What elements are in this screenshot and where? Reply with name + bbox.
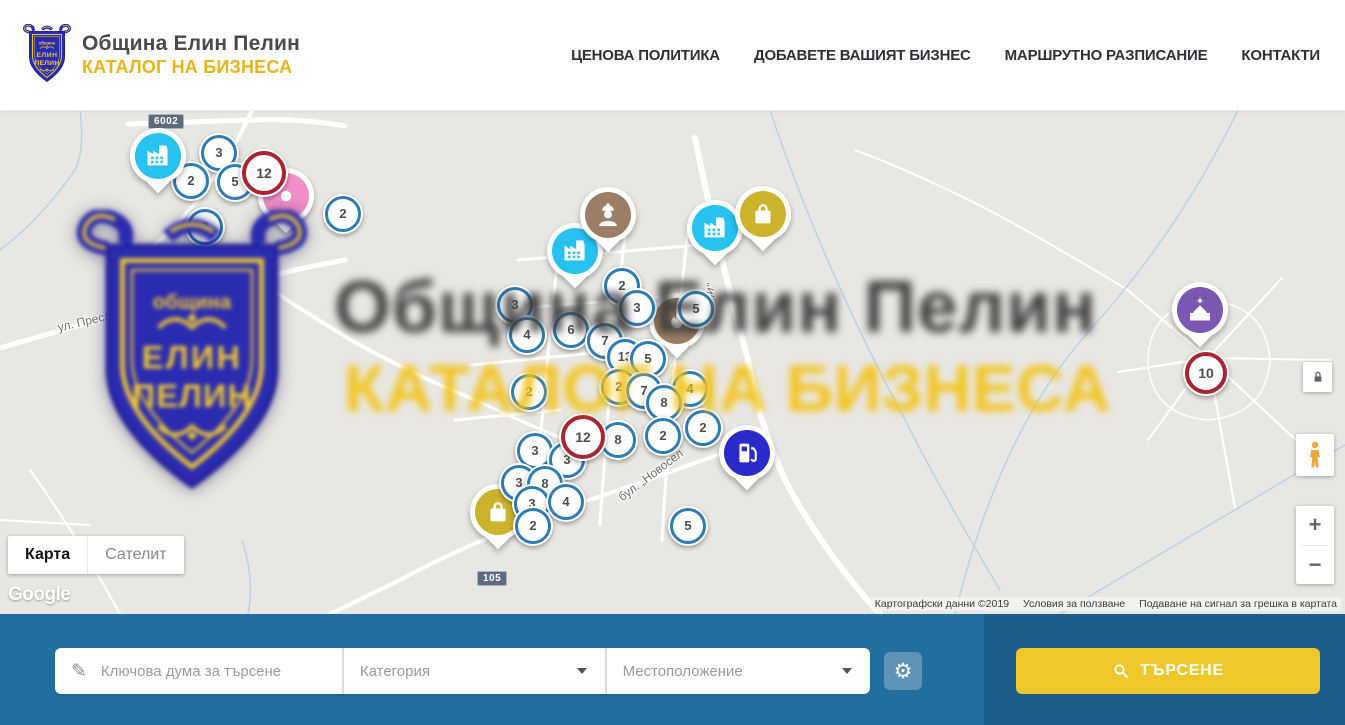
chevron-down-icon — [842, 668, 852, 674]
map-type-satellite-button[interactable]: Сателит — [87, 536, 183, 574]
fuel-pin[interactable] — [719, 425, 775, 481]
category-dropdown-label: Категория — [360, 663, 577, 680]
cluster-count: 6 — [553, 312, 589, 348]
search-button[interactable]: ТЪРСЕНЕ — [1016, 648, 1320, 694]
cluster-marker[interactable]: 2 — [683, 408, 723, 448]
site-subtitle: КАТАЛОГ НА БИЗНЕСА — [82, 57, 300, 78]
cluster-count: 3 — [619, 290, 655, 326]
cluster-marker[interactable]: 10 — [1183, 350, 1229, 396]
map-attribution: Картографски данни ©2019 Условия за ползв… — [871, 597, 1341, 611]
header: Община Елин Пелин КАТАЛОГ НА БИЗНЕСА ЦЕН… — [0, 0, 1345, 111]
nav-item-4[interactable]: КОНТАКТИ — [1241, 47, 1320, 64]
street-view-pegman-button[interactable] — [1296, 434, 1334, 476]
google-logo[interactable]: Google — [8, 584, 70, 606]
search-input-group: ✎ Категория Местоположение — [55, 648, 870, 694]
chevron-down-icon — [577, 668, 587, 674]
worker-pin[interactable] — [580, 187, 636, 243]
cluster-count: 2 — [645, 418, 681, 454]
magnifier-icon — [1112, 662, 1130, 680]
zoom-control: + − — [1296, 506, 1334, 584]
cluster-marker[interactable]: 12 — [240, 149, 288, 197]
main-nav: ЦЕНОВА ПОЛИТИКА ДОБАВЕТЕ ВАШИЯТ БИЗНЕС МАР… — [571, 0, 1320, 110]
map-type-control: Карта Сателит — [8, 536, 184, 574]
cluster-count: 12 — [242, 151, 286, 195]
cluster-count: 2 — [685, 410, 721, 446]
map-canvas[interactable]: 3252232356471352274882233383425121210 — [0, 110, 1345, 614]
location-dropdown[interactable]: Местоположение — [605, 648, 870, 694]
cluster-marker[interactable]: 4 — [546, 482, 586, 522]
keyword-section: ✎ — [55, 648, 342, 694]
nav-item-3[interactable]: МАРШРУТНО РАЗПИСАНИЕ — [1005, 47, 1208, 64]
church-icon — [1186, 296, 1214, 324]
factory-icon — [701, 214, 729, 242]
attribution-link[interactable]: Подаване на сигнал за грешка в картата — [1139, 598, 1337, 610]
zoom-out-button[interactable]: − — [1296, 545, 1334, 584]
keyword-search-input[interactable] — [99, 662, 342, 681]
cluster-count: 12 — [561, 415, 605, 459]
map-type-map-button[interactable]: Карта — [8, 536, 87, 574]
factory-icon — [144, 142, 172, 170]
cluster-marker[interactable]: 4 — [507, 315, 547, 355]
lock-icon — [1310, 369, 1326, 385]
cluster-count: 2 — [325, 196, 361, 232]
nav-item-1[interactable]: ЦЕНОВА ПОЛИТИКА — [571, 47, 720, 64]
map-lock-button[interactable] — [1303, 362, 1332, 392]
road-number-badge: 6002 — [148, 114, 184, 129]
map-copyright: Картографски данни ©2019 — [875, 598, 1009, 610]
category-dropdown[interactable]: Категория — [342, 648, 605, 694]
road-number-badge: 105 — [477, 571, 507, 586]
location-dropdown-label: Местоположение — [623, 663, 842, 680]
factory-pin[interactable] — [130, 128, 186, 184]
cluster-count: 5 — [678, 291, 714, 327]
worker-icon — [594, 201, 622, 229]
pegman-icon — [1304, 440, 1326, 470]
site-title: Община Елин Пелин — [82, 32, 300, 56]
search-button-label: ТЪРСЕНЕ — [1140, 662, 1224, 680]
pencil-icon: ✎ — [71, 660, 87, 683]
municipality-crest-icon — [22, 24, 72, 85]
fuel-icon — [733, 439, 761, 467]
cluster-count: 5 — [670, 508, 706, 544]
cluster-marker[interactable]: 2 — [513, 506, 553, 546]
cluster-marker[interactable]: 12 — [559, 413, 607, 461]
gear-icon: ⚙ — [894, 659, 913, 684]
cluster-marker[interactable]: 2 — [323, 194, 363, 234]
cluster-count: 10 — [1185, 352, 1228, 395]
search-bar: ✎ Категория Местоположение ⚙ ТЪРСЕНЕ — [0, 614, 1345, 725]
cluster-count: 2 — [511, 374, 547, 410]
bag-icon — [484, 498, 512, 526]
advanced-settings-button[interactable]: ⚙ — [884, 652, 922, 690]
nav-item-2[interactable]: ДОБАВЕТЕ ВАШИЯТ БИЗНЕС — [754, 47, 971, 64]
cluster-count: 2 — [187, 209, 223, 245]
cluster-count: 2 — [515, 508, 551, 544]
cluster-count: 4 — [509, 317, 545, 353]
bag-pin[interactable] — [735, 186, 791, 242]
cluster-marker[interactable]: 2 — [185, 207, 225, 247]
attribution-link[interactable]: Условия за ползване — [1023, 598, 1125, 610]
cluster-marker[interactable]: 2 — [509, 372, 549, 412]
bag-icon — [749, 200, 777, 228]
cluster-marker[interactable]: 5 — [676, 289, 716, 329]
cluster-marker[interactable]: 2 — [643, 416, 683, 456]
cluster-marker[interactable]: 5 — [668, 506, 708, 546]
site-logo[interactable]: Община Елин Пелин КАТАЛОГ НА БИЗНЕСА — [22, 24, 300, 85]
cluster-count: 4 — [548, 484, 584, 520]
church-pin[interactable] — [1172, 282, 1228, 338]
zoom-in-button[interactable]: + — [1296, 506, 1334, 545]
cluster-marker[interactable]: 3 — [617, 288, 657, 328]
